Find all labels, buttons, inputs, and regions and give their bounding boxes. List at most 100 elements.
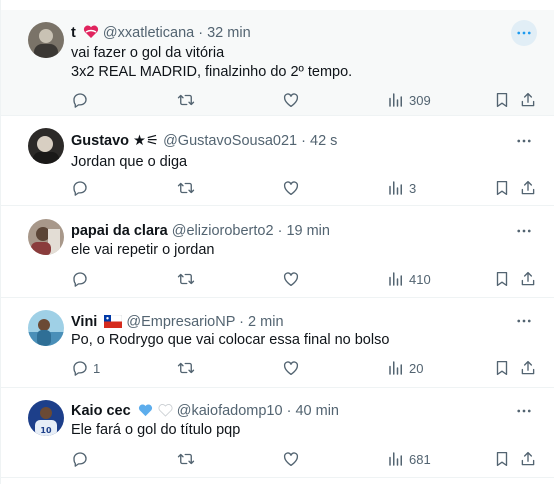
timestamp[interactable]: 2 min xyxy=(248,314,283,330)
views-button[interactable]: 681 xyxy=(387,449,431,469)
views-button[interactable]: 20 xyxy=(387,358,423,378)
more-horizontal-icon xyxy=(517,319,531,323)
avatar[interactable] xyxy=(28,22,64,58)
share-icon xyxy=(521,451,535,466)
tweet-text-line: Po, o Rodrygo que vai colocar essa final… xyxy=(71,332,390,348)
timestamp[interactable]: 32 min xyxy=(207,25,251,41)
tweet-header: Kaio cec @kaiofadomp10 · 40 min xyxy=(71,402,339,422)
share-button[interactable] xyxy=(519,178,537,198)
user-handle[interactable]: @EmpresarioNP xyxy=(126,314,235,330)
timestamp[interactable]: 42 s xyxy=(310,133,337,149)
share-button[interactable] xyxy=(519,358,537,378)
bookmark-button[interactable] xyxy=(493,90,511,110)
display-name[interactable]: t xyxy=(71,25,76,41)
retweet-button[interactable] xyxy=(177,449,195,469)
retweet-icon xyxy=(177,362,195,374)
share-icon xyxy=(521,92,535,107)
more-horizontal-icon xyxy=(517,229,531,233)
tweet-actions: 1 20 xyxy=(1,358,554,378)
bookmark-button[interactable] xyxy=(493,358,511,378)
more-options-button[interactable] xyxy=(511,398,537,424)
heart-ribbon-emoji-icon xyxy=(83,25,99,44)
reply-button[interactable] xyxy=(71,449,93,469)
more-horizontal-icon xyxy=(517,409,531,413)
display-name[interactable]: Kaio cec xyxy=(71,403,131,419)
like-icon xyxy=(283,272,299,287)
like-icon xyxy=(283,93,299,108)
tweet[interactable]: t @xxatleticana · 32 min vai fazer o gol… xyxy=(1,10,554,116)
reply-button[interactable] xyxy=(71,269,93,289)
reply-button[interactable]: 1 xyxy=(71,358,100,378)
views-icon xyxy=(389,93,402,107)
like-button[interactable] xyxy=(282,449,300,469)
display-name[interactable]: papai da clara xyxy=(71,223,168,239)
avatar[interactable] xyxy=(28,219,64,255)
tweet-text: Po, o Rodrygo que vai colocar essa final… xyxy=(71,331,389,350)
reply-icon xyxy=(73,181,87,196)
retweet-button[interactable] xyxy=(177,178,195,198)
tweet[interactable]: Gustavo ★⚟ @GustavoSousa021 · 42 s Jorda… xyxy=(1,116,554,206)
bookmark-icon xyxy=(496,180,508,196)
share-icon xyxy=(521,180,535,195)
avatar[interactable]: 10 xyxy=(28,400,64,436)
tweet-header: papai da clara @elizioroberto2 · 19 min xyxy=(71,222,330,240)
share-button[interactable] xyxy=(519,90,537,110)
bookmark-button[interactable] xyxy=(493,178,511,198)
tweet-actions: 309 xyxy=(1,90,554,110)
tweet-actions: 681 xyxy=(1,449,554,469)
more-horizontal-icon xyxy=(517,31,531,35)
tweet-text: Ele fará o gol do título pqp xyxy=(71,421,240,440)
reply-icon xyxy=(73,272,87,287)
share-icon xyxy=(521,360,535,375)
user-handle[interactable]: @elizioroberto2 xyxy=(172,223,274,239)
view-count: 681 xyxy=(409,451,431,467)
like-icon xyxy=(283,181,299,196)
more-options-button[interactable] xyxy=(511,128,537,154)
tweet-text: vai fazer o gol da vitória 3x2 REAL MADR… xyxy=(71,44,352,82)
views-button[interactable]: 410 xyxy=(387,269,431,289)
separator-dot: · xyxy=(286,403,292,419)
share-button[interactable] xyxy=(519,269,537,289)
avatar[interactable] xyxy=(28,310,64,346)
views-button[interactable]: 309 xyxy=(387,90,431,110)
views-icon xyxy=(389,452,402,466)
reply-button[interactable] xyxy=(71,90,93,110)
retweet-button[interactable] xyxy=(177,90,195,110)
tweet[interactable]: papai da clara @elizioroberto2 · 19 min … xyxy=(1,206,554,298)
more-options-button[interactable] xyxy=(511,20,537,46)
share-button[interactable] xyxy=(519,449,537,469)
user-handle[interactable]: @kaiofadomp10 xyxy=(177,403,283,419)
avatar[interactable] xyxy=(28,128,64,164)
retweet-button[interactable] xyxy=(177,269,195,289)
more-options-button[interactable] xyxy=(511,308,537,334)
separator-dot: · xyxy=(198,25,204,41)
like-button[interactable] xyxy=(282,178,300,198)
tweet-actions: 410 xyxy=(1,269,554,289)
more-options-button[interactable] xyxy=(511,218,537,244)
like-button[interactable] xyxy=(282,90,300,110)
tweet-header: Vini @EmpresarioNP · 2 min xyxy=(71,313,284,333)
bookmark-icon xyxy=(496,92,508,108)
tweet[interactable]: Vini @EmpresarioNP · 2 min Po, o Rodrygo… xyxy=(1,298,554,388)
separator-dot: · xyxy=(301,133,306,149)
user-handle[interactable]: @GustavoSousa021 xyxy=(163,133,297,149)
like-button[interactable] xyxy=(282,269,300,289)
bookmark-button[interactable] xyxy=(493,449,511,469)
tweet-text-line: Ele fará o gol do título pqp xyxy=(71,422,241,438)
like-button[interactable] xyxy=(282,358,300,378)
timestamp[interactable]: 19 min xyxy=(286,223,330,239)
reply-button[interactable] xyxy=(71,178,93,198)
tweet-text-line: 3x2 REAL MADRID, finalzinho do 2º tempo. xyxy=(71,64,353,80)
bookmark-button[interactable] xyxy=(493,269,511,289)
tweet-text: Jordan que o diga xyxy=(71,153,187,172)
display-name[interactable]: Gustavo ★⚟ xyxy=(71,133,159,149)
retweet-icon xyxy=(177,94,195,106)
tweet[interactable]: 10 Kaio cec @kaiofadomp10 · 40 min Ele f… xyxy=(1,388,554,478)
retweet-button[interactable] xyxy=(177,358,195,378)
timestamp[interactable]: 40 min xyxy=(295,403,339,419)
view-count: 20 xyxy=(409,360,424,376)
bookmark-icon xyxy=(496,360,508,376)
views-button[interactable]: 3 xyxy=(387,178,416,198)
display-name[interactable]: Vini xyxy=(71,314,97,330)
user-handle[interactable]: @xxatleticana xyxy=(103,25,194,41)
